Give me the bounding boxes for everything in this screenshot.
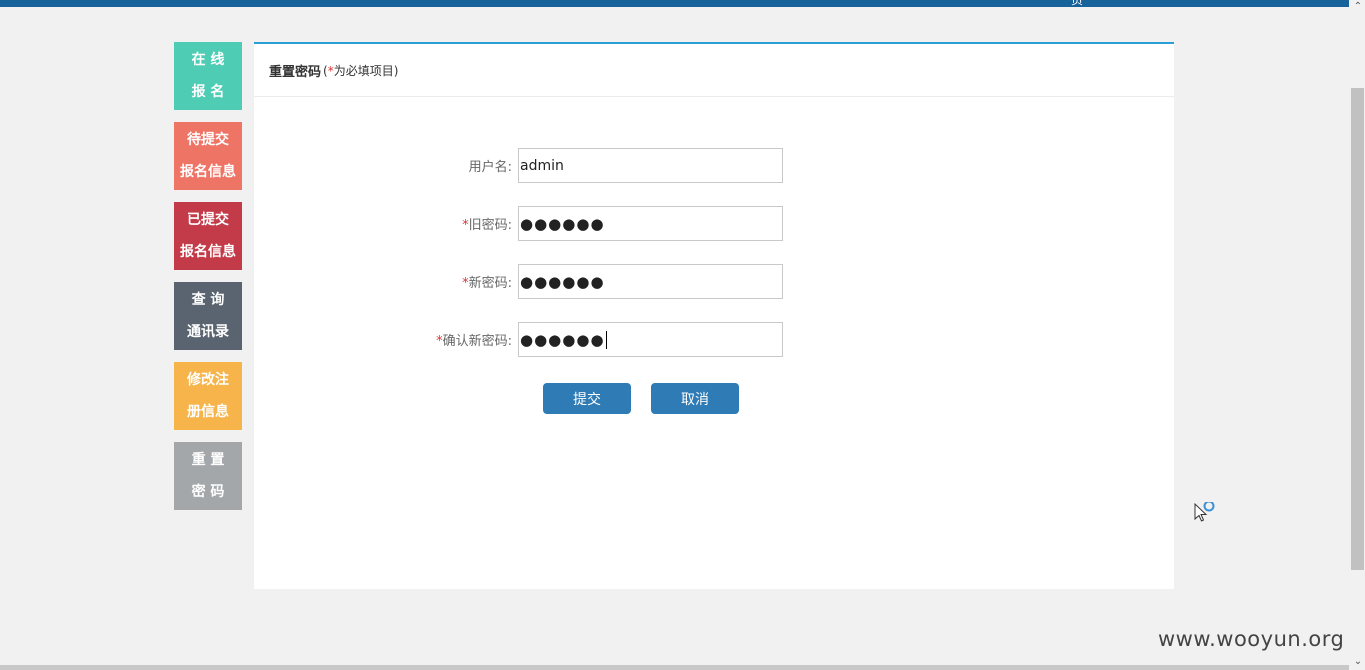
nav-tile-label: 通讯录 <box>187 324 229 340</box>
new-password-label: *新密码: <box>254 272 518 291</box>
nav-tile-label: 册信息 <box>187 404 229 420</box>
old-password-row: *旧密码: ●●●●●● <box>254 206 783 241</box>
text-caret <box>605 330 607 349</box>
nav-tile-pending-signup[interactable]: 待提交 报名信息 <box>174 122 242 190</box>
cancel-button[interactable]: 取消 <box>651 383 739 414</box>
username-label-text: 用户名: <box>468 160 512 175</box>
horizontal-scrollbar[interactable] <box>0 665 1349 670</box>
nav-tile-contacts[interactable]: 查 询 通讯录 <box>174 282 242 350</box>
nav-tile-label: 报名信息 <box>180 244 236 260</box>
scrollbar-thumb[interactable] <box>1351 88 1364 570</box>
nav-tile-label: 待提交 <box>187 132 229 148</box>
confirm-password-row: *确认新密码: ●●●●●● <box>254 322 783 357</box>
confirm-password-input[interactable]: ●●●●●● <box>518 322 783 357</box>
nav-tile-label: 已提交 <box>187 212 229 228</box>
nav-tile-edit-registration[interactable]: 修改注 册信息 <box>174 362 242 430</box>
scroll-up-arrow-icon[interactable]: ⌃ <box>1352 1 1364 12</box>
scroll-down-arrow-icon[interactable]: ⌄ <box>1352 656 1364 667</box>
nav-tile-label: 密 码 <box>191 484 225 500</box>
nav-tile-online-signup[interactable]: 在 线 报 名 <box>174 42 242 110</box>
nav-tile-label: 查 询 <box>191 292 225 308</box>
new-password-value: ●●●●●● <box>520 272 605 291</box>
page-title: 重置密码 <box>269 64 322 80</box>
nav-tile-submitted-signup[interactable]: 已提交 报名信息 <box>174 202 242 270</box>
confirm-password-label-text: 确认新密码: <box>442 334 512 349</box>
reset-password-panel: 重置密码 (*为必填项目) 用户名: admin *旧密码: ●●●●●● *新… <box>254 42 1174 589</box>
nav-tile-label: 重 置 <box>191 452 225 468</box>
new-password-label-text: 新密码: <box>468 276 512 291</box>
nav-tile-label: 报名信息 <box>180 164 236 180</box>
panel-header: 重置密码 (*为必填项目) <box>254 44 1174 97</box>
old-password-label-text: 旧密码: <box>468 218 512 233</box>
confirm-password-value: ●●●●●● <box>520 330 605 349</box>
watermark: www.wooyun.org <box>1158 627 1345 651</box>
old-password-label: *旧密码: <box>254 214 518 233</box>
username-row: 用户名: admin <box>254 148 783 183</box>
required-note: (*为必填项目) <box>323 62 398 79</box>
top-bar-glyph: 页 <box>1071 0 1084 7</box>
nav-tile-reset-password[interactable]: 重 置 密 码 <box>174 442 242 510</box>
username-label: 用户名: <box>254 156 518 175</box>
old-password-input[interactable]: ●●●●●● <box>518 206 783 241</box>
submit-button[interactable]: 提交 <box>543 383 631 414</box>
top-bar: 页 <box>0 0 1349 7</box>
nav-tile-label: 修改注 <box>187 372 229 388</box>
busy-pointer-icon <box>1194 502 1215 522</box>
required-note-text: 为必填项目) <box>333 63 399 78</box>
new-password-row: *新密码: ●●●●●● <box>254 264 783 299</box>
new-password-input[interactable]: ●●●●●● <box>518 264 783 299</box>
username-input[interactable]: admin <box>518 148 783 183</box>
side-nav: 在 线 报 名 待提交 报名信息 已提交 报名信息 查 询 通讯录 修改注 册信… <box>174 42 242 522</box>
username-value: admin <box>520 157 564 174</box>
old-password-value: ●●●●●● <box>520 214 605 233</box>
confirm-password-label: *确认新密码: <box>254 330 518 349</box>
nav-tile-label: 报 名 <box>191 84 225 100</box>
nav-tile-label: 在 线 <box>191 52 225 68</box>
